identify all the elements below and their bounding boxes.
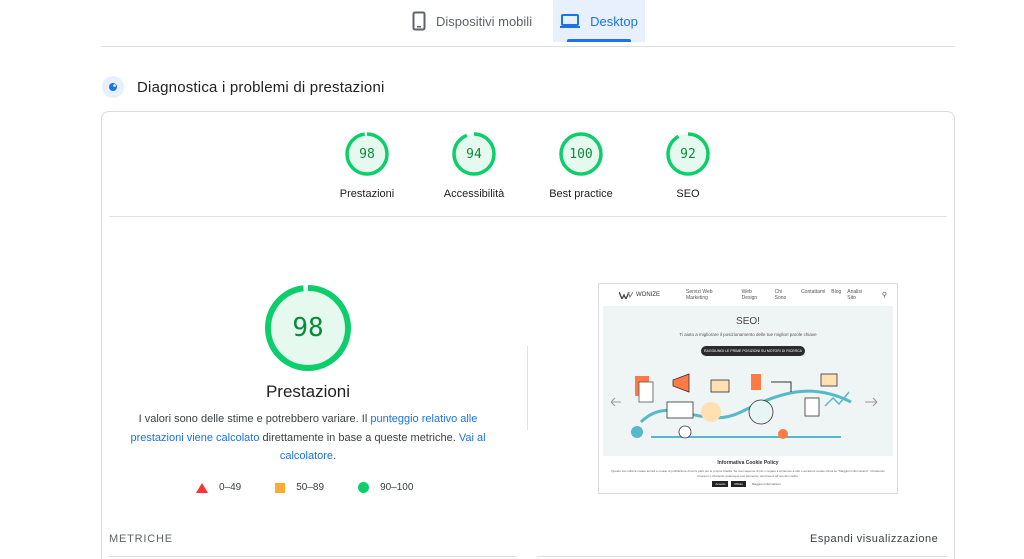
metrics-divider-left [109, 556, 517, 557]
gauge-accessibility[interactable]: 94 Accessibilità [424, 132, 524, 200]
smartphone-icon [412, 11, 426, 31]
score-gauges: 98 Prestazioni 94 Accessibilità 100 Best… [0, 132, 1024, 212]
performance-description: I valori sono delle stime e potrebbero v… [128, 410, 488, 466]
gauge-label: Prestazioni [339, 188, 395, 200]
legend-fail-label: 0–49 [219, 482, 242, 493]
thumb-hero: SEO! Ti aiuto a migliorare il posizionam… [603, 306, 893, 456]
device-tabs: Dispositivi mobili Desktop [398, 0, 645, 42]
tab-mobile-label: Dispositivi mobili [436, 13, 533, 29]
expand-view-toggle[interactable]: Espandi visualizzazione [810, 533, 938, 545]
thumb-nav-item: Chi Sono [774, 289, 787, 301]
thumb-cookie-accept: Accetto [712, 481, 729, 487]
thumb-logo-text: WONIZE [636, 292, 660, 298]
legend-fail: 0–49 [196, 482, 241, 493]
square-icon [275, 482, 286, 493]
performance-score: 98 [292, 313, 324, 343]
thumb-logo: WONIZE [619, 291, 660, 299]
gauge-score: 94 [466, 146, 482, 162]
gauge-score: 100 [569, 146, 593, 162]
gauge-score: 92 [680, 146, 696, 162]
thumb-hero-title: SEO! [736, 316, 760, 327]
thumb-cookie-banner: Informativa Cookie Policy Questo sito ut… [599, 460, 897, 487]
tab-mobile[interactable]: Dispositivi mobili [398, 0, 553, 42]
wonize-logo-icon [619, 291, 633, 299]
seo-illustration-icon [611, 373, 878, 439]
thumb-hero-subtitle: Ti aiuto a migliorare il posizionamento … [679, 332, 817, 337]
thumb-navbar: WONIZE Servizi Web Marketing Web Design … [599, 284, 897, 306]
thumb-cookie-title: Informativa Cookie Policy [717, 460, 779, 466]
thumb-cookie-more: Maggiori Informazioni [751, 482, 781, 486]
vertical-divider [527, 346, 528, 430]
gauge-score: 98 [359, 146, 375, 162]
gauge-ring: 94 [452, 132, 496, 176]
legend-average: 50–89 [275, 482, 324, 493]
legend-average-label: 50–89 [296, 482, 325, 493]
lighthouse-icon [102, 76, 124, 98]
thumb-search-icon: ⚲ [881, 292, 887, 299]
gauges-divider [109, 216, 947, 217]
description-text: direttamente in base a queste metriche. [259, 431, 459, 444]
gauge-ring: 100 [559, 132, 603, 176]
legend-pass: 90–100 [358, 482, 413, 493]
metrics-divider-right [537, 556, 947, 557]
performance-gauge: 98 [264, 284, 352, 372]
laptop-icon [560, 14, 581, 28]
thumb-cookie-buttons: Accetto Rifiuto Maggiori Informazioni [599, 481, 897, 487]
diagnostics-header: Diagnostica i problemi di prestazioni [102, 76, 385, 98]
gauge-label: Best practice [549, 188, 613, 200]
thumb-nav-item: Web Design [741, 289, 758, 301]
tab-desktop[interactable]: Desktop [553, 0, 645, 42]
gauge-ring: 92 [666, 132, 710, 176]
thumb-nav-item: Blog [831, 289, 842, 295]
performance-label: Prestazioni [265, 382, 351, 401]
triangle-icon [196, 482, 208, 493]
thumb-nav-item: Servizi Web Marketing [686, 289, 713, 301]
legend-pass-label: 90–100 [380, 482, 414, 493]
gauge-ring: 98 [345, 132, 389, 176]
tab-desktop-label: Desktop [590, 13, 638, 29]
gauge-performance[interactable]: 98 Prestazioni [317, 132, 417, 200]
diagnostics-title: Diagnostica i problemi di prestazioni [137, 78, 385, 96]
score-legend: 0–49 50–89 90–100 [196, 482, 447, 493]
gauge-label: SEO [676, 188, 700, 200]
gauge-best-practices[interactable]: 100 Best practice [531, 132, 631, 200]
description-text: I valori sono delle stime e potrebbero v… [138, 413, 371, 425]
tabs-divider [101, 46, 955, 47]
final-screenshot-thumbnail[interactable]: WONIZE Servizi Web Marketing Web Design … [598, 283, 898, 494]
metrics-heading: METRICHE [109, 533, 173, 545]
thumb-nav-items: Servizi Web Marketing Web Design Chi Son… [686, 289, 872, 301]
description-text: . [333, 450, 337, 462]
thumb-cookie-text: Questo sito utilizza cookie tecnici e co… [611, 469, 885, 478]
thumb-hero-button: RAGGIUNGI LE PRIME POSIZIONI SU MOTORI D… [701, 346, 805, 356]
thumb-nav-item: Analisi Sito [847, 289, 862, 301]
circle-icon [358, 482, 370, 493]
gauge-seo[interactable]: 92 SEO [638, 132, 738, 200]
gauge-label: Accessibilità [443, 188, 505, 200]
thumb-nav-item: Contattami [801, 289, 826, 295]
thumb-cookie-reject: Rifiuto [731, 481, 746, 487]
